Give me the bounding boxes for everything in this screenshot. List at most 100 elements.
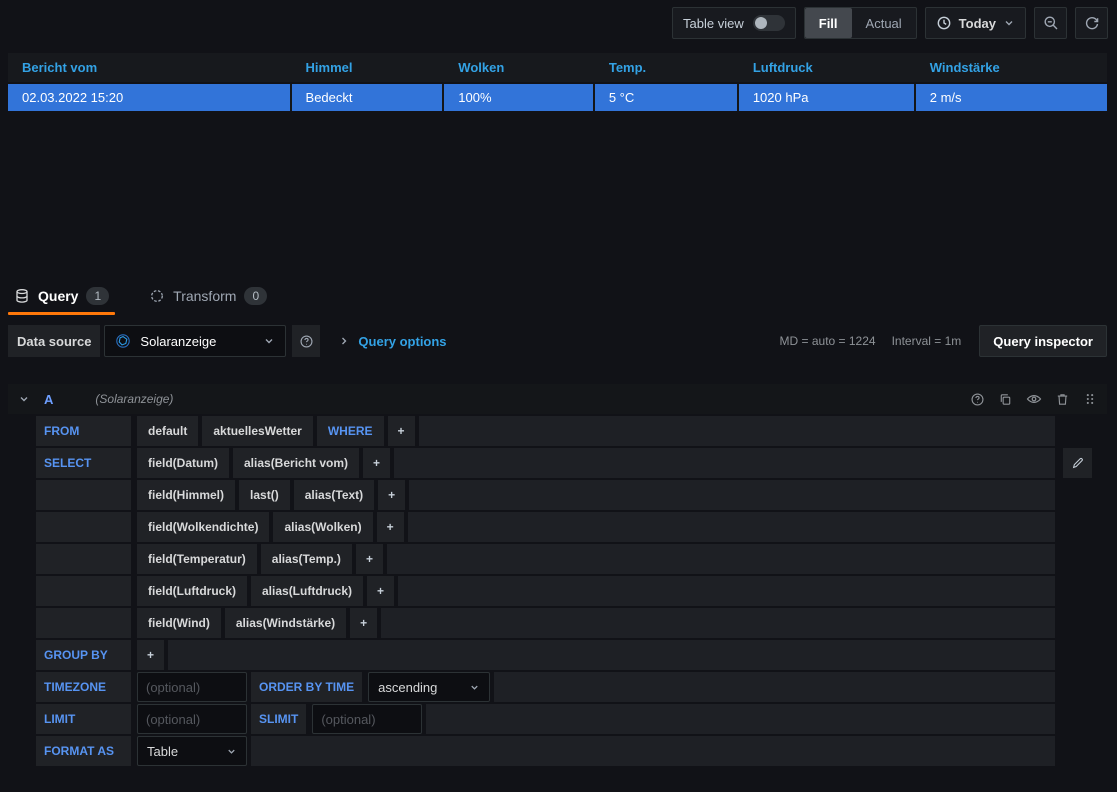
time-range-picker[interactable]: Today [925, 7, 1026, 39]
column-header[interactable]: Himmel [292, 60, 445, 75]
column-header[interactable]: Wolken [444, 60, 595, 75]
field-segment[interactable]: field(Himmel) [137, 480, 235, 510]
field-segment[interactable]: field(Temperatur) [137, 544, 257, 574]
chevron-down-icon [469, 682, 480, 693]
empty-label [36, 576, 131, 606]
slimit-label: SLIMIT [251, 704, 306, 734]
actual-button[interactable]: Actual [852, 8, 916, 38]
row-filler [419, 416, 1055, 446]
limit-row: LIMIT SLIMIT [36, 704, 1055, 734]
table-row[interactable]: 02.03.2022 15:20 Bedeckt 100% 5 °C 1020 … [8, 84, 1107, 111]
table-header-row: Bericht vom Himmel Wolken Temp. Luftdruc… [8, 53, 1107, 82]
edit-raw-query-button[interactable] [1063, 448, 1092, 478]
row-filler [251, 736, 1055, 766]
collapse-chevron-icon[interactable] [18, 393, 30, 405]
add-select-part-button[interactable]: + [350, 608, 377, 638]
select-label: SELECT [36, 448, 131, 478]
tab-transform[interactable]: Transform 0 [143, 283, 273, 315]
zoom-out-button[interactable] [1034, 7, 1067, 39]
datasource-help-button[interactable] [292, 325, 320, 357]
row-filler [398, 576, 1055, 606]
select-row: field(Wolkendichte) alias(Wolken) + [36, 512, 1055, 542]
help-icon[interactable] [970, 392, 985, 407]
alias-segment[interactable]: alias(Text) [294, 480, 374, 510]
alias-segment[interactable]: alias(Bericht vom) [233, 448, 359, 478]
timezone-input[interactable] [137, 672, 247, 702]
duplicate-icon[interactable] [998, 392, 1013, 407]
limit-input[interactable] [137, 704, 247, 734]
influx-query-rows: FROM default aktuellesWetter WHERE + SEL… [36, 416, 1055, 766]
order-by-time-value: ascending [378, 680, 461, 695]
column-header[interactable]: Bericht vom [8, 60, 292, 75]
chevron-right-icon [338, 335, 350, 347]
format-as-row: FORMAT AS Table [36, 736, 1055, 766]
cell-luftdruck: 1020 hPa [739, 84, 916, 111]
fill-actual-group: Fill Actual [804, 7, 917, 39]
slimit-input[interactable] [312, 704, 422, 734]
add-where-button[interactable]: + [388, 416, 415, 446]
row-filler [409, 480, 1055, 510]
field-segment[interactable]: field(Luftdruck) [137, 576, 247, 606]
order-by-time-select[interactable]: ascending [368, 672, 490, 702]
column-header[interactable]: Temp. [595, 60, 739, 75]
measurement-segment[interactable]: aktuellesWetter [202, 416, 312, 446]
from-label: FROM [36, 416, 131, 446]
column-header[interactable]: Luftdruck [739, 60, 916, 75]
query-options-toggle[interactable]: Query options [338, 334, 446, 349]
format-as-label: FORMAT AS [36, 736, 131, 766]
retention-policy-segment[interactable]: default [137, 416, 198, 446]
function-segment[interactable]: last() [239, 480, 290, 510]
empty-label [36, 608, 131, 638]
refresh-button[interactable] [1075, 7, 1108, 39]
editor-tabs: Query 1 Transform 0 [8, 283, 273, 315]
field-segment[interactable]: field(Wind) [137, 608, 221, 638]
alias-segment[interactable]: alias(Windstärke) [225, 608, 346, 638]
add-select-part-button[interactable]: + [378, 480, 405, 510]
clock-icon [936, 15, 952, 31]
add-select-part-button[interactable]: + [367, 576, 394, 606]
fill-button[interactable]: Fill [805, 8, 852, 38]
interval-text: Interval = 1m [892, 334, 962, 348]
row-filler [426, 704, 1055, 734]
field-segment[interactable]: field(Datum) [137, 448, 229, 478]
chevron-down-icon [263, 335, 275, 347]
format-as-select[interactable]: Table [137, 736, 247, 766]
add-select-part-button[interactable]: + [356, 544, 383, 574]
eye-icon[interactable] [1026, 391, 1042, 407]
query-header: A (Solaranzeige) [8, 384, 1107, 414]
influxdb-logo-icon [115, 333, 131, 349]
datasource-row-right: MD = auto = 1224 Interval = 1m Query ins… [780, 325, 1107, 357]
row-filler [168, 640, 1055, 670]
database-icon [14, 288, 30, 304]
max-datapoints-text: MD = auto = 1224 [780, 334, 876, 348]
time-range-label: Today [959, 16, 996, 31]
select-row: field(Wind) alias(Windstärke) + [36, 608, 1055, 638]
column-header[interactable]: Windstärke [916, 60, 1107, 75]
datasource-row: Data source Solaranzeige Query options M [8, 325, 1107, 357]
table-view-toggle[interactable] [753, 15, 785, 31]
query-inspector-button[interactable]: Query inspector [979, 325, 1107, 357]
tab-transform-count: 0 [244, 287, 267, 305]
alias-segment[interactable]: alias(Temp.) [261, 544, 352, 574]
cell-bericht-vom: 02.03.2022 15:20 [8, 84, 292, 111]
chevron-down-icon [1003, 17, 1015, 29]
format-as-value: Table [147, 744, 218, 759]
chevron-down-icon [226, 746, 237, 757]
tab-query[interactable]: Query 1 [8, 283, 115, 315]
empty-label [36, 480, 131, 510]
drag-handle-icon[interactable] [1083, 392, 1097, 406]
alias-segment[interactable]: alias(Wolken) [273, 512, 372, 542]
row-filler [387, 544, 1055, 574]
process-icon [149, 288, 165, 304]
trash-icon[interactable] [1055, 392, 1070, 407]
add-select-part-button[interactable]: + [363, 448, 390, 478]
alias-segment[interactable]: alias(Luftdruck) [251, 576, 363, 606]
tab-query-count: 1 [86, 287, 109, 305]
add-select-part-button[interactable]: + [377, 512, 404, 542]
datasource-picker[interactable]: Solaranzeige [104, 325, 286, 357]
question-circle-icon [299, 334, 314, 349]
zoom-out-icon [1043, 15, 1059, 31]
from-row: FROM default aktuellesWetter WHERE + [36, 416, 1055, 446]
field-segment[interactable]: field(Wolkendichte) [137, 512, 269, 542]
add-group-by-button[interactable]: + [137, 640, 164, 670]
